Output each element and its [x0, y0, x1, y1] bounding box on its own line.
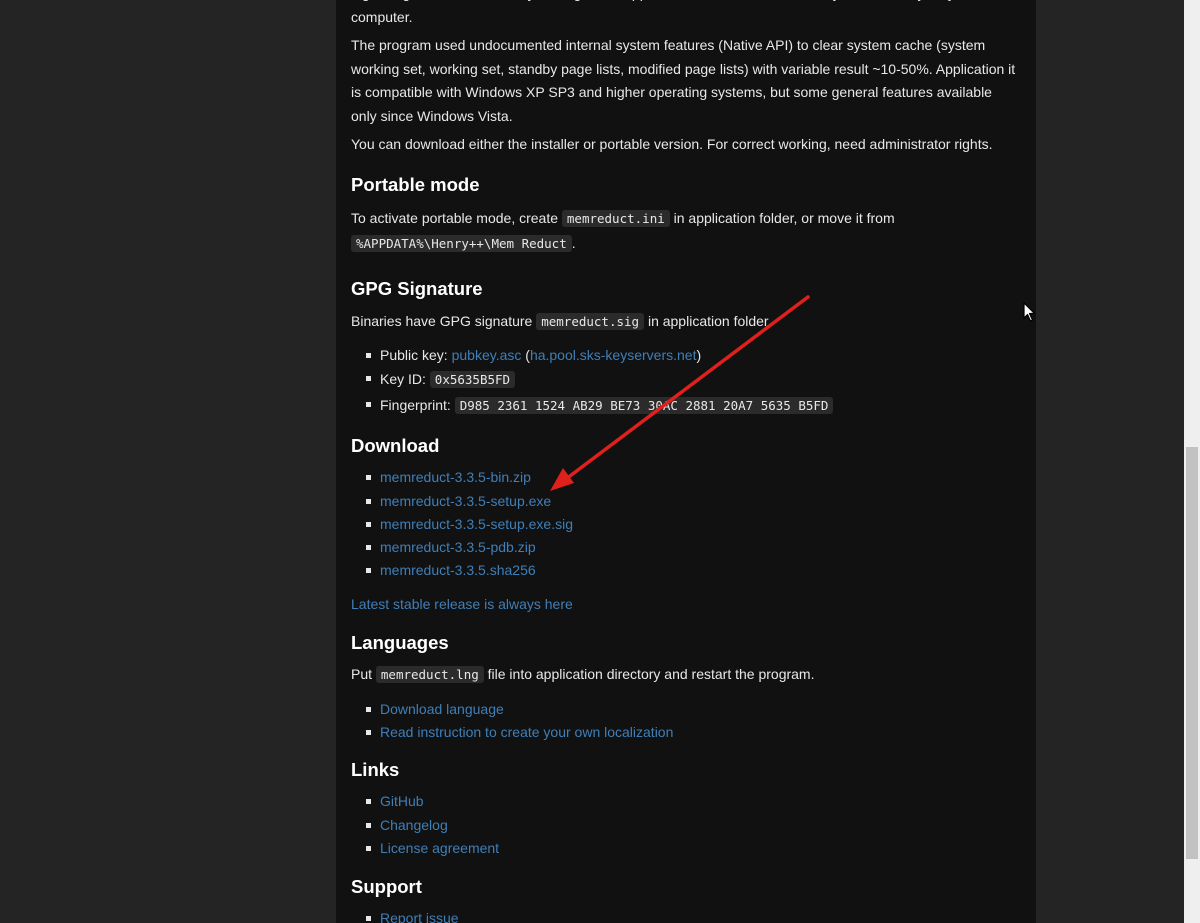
languages-list: Download language Read instruction to cr…: [351, 698, 1021, 745]
portable-text-middle: in application folder, or move it from: [673, 209, 895, 226]
intro-paragraph-2: The program used undocumented internal s…: [351, 37, 1016, 124]
keyserver-link[interactable]: ha.pool.sks-keyservers.net: [530, 347, 697, 363]
gpg-signature-text: Binaries have GPG signature memreduct.si…: [351, 310, 1021, 334]
download-setup-exe-link[interactable]: memreduct-3.3.5-setup.exe: [380, 493, 551, 509]
portable-ini-code: memreduct.ini: [561, 209, 670, 227]
left-background-panel: [0, 0, 336, 923]
download-bin-zip-link[interactable]: memreduct-3.3.5-bin.zip: [380, 469, 531, 485]
links-item: GitHub: [366, 790, 1021, 813]
list-item-key-id: Key ID: 0x5635B5FD: [366, 367, 1021, 393]
fingerprint-code: D985 2361 1524 AB29 BE73 30AC 2881 20A7 …: [454, 396, 834, 414]
github-link[interactable]: GitHub: [380, 793, 424, 809]
download-item: memreduct-3.3.5-setup.exe: [366, 490, 1021, 513]
mouse-cursor-icon: [1023, 302, 1036, 322]
gpg-text-after: in application folder.: [647, 312, 772, 329]
download-item: memreduct-3.3.5-bin.zip: [366, 466, 1021, 489]
intro-paragraph-1: Lightweight real-time memory management …: [351, 0, 975, 25]
download-pdb-zip-link[interactable]: memreduct-3.3.5-pdb.zip: [380, 539, 536, 555]
changelog-link[interactable]: Changelog: [380, 817, 448, 833]
scrollbar-thumb[interactable]: [1186, 447, 1198, 859]
support-list: Report issue: [351, 907, 1021, 923]
key-id-code: 0x5635B5FD: [429, 371, 516, 389]
portable-mode-text: To activate portable mode, create memred…: [351, 206, 1021, 257]
fingerprint-label: Fingerprint:: [380, 396, 451, 413]
download-setup-sig-link[interactable]: memreduct-3.3.5-setup.exe.sig: [380, 516, 573, 532]
portable-text-after: .: [571, 235, 576, 251]
localization-instruction-link[interactable]: Read instruction to create your own loca…: [380, 724, 673, 740]
lng-file-code: memreduct.lng: [375, 666, 484, 684]
links-item: License agreement: [366, 837, 1021, 860]
download-item: memreduct-3.3.5-pdb.zip: [366, 536, 1021, 559]
license-agreement-link[interactable]: License agreement: [380, 840, 499, 856]
links-heading: Links: [351, 759, 400, 781]
portable-mode-heading: Portable mode: [351, 173, 480, 195]
support-heading: Support: [351, 876, 422, 898]
public-key-label: Public key:: [380, 347, 448, 363]
download-item: memreduct-3.3.5.sha256: [366, 559, 1021, 582]
download-language-link[interactable]: Download language: [380, 701, 504, 717]
support-item: Report issue: [366, 907, 1021, 923]
key-id-label: Key ID:: [380, 371, 426, 388]
list-item-public-key: Public key: pubkey.asc (ha.pool.sks-keys…: [366, 344, 1021, 367]
gpg-details-list: Public key: pubkey.asc (ha.pool.sks-keys…: [351, 344, 1021, 418]
links-item: Changelog: [366, 814, 1021, 837]
languages-text-after: file into application directory and rest…: [487, 666, 815, 683]
download-list: memreduct-3.3.5-bin.zip memreduct-3.3.5-…: [351, 466, 1021, 582]
portable-text-before: To activate portable mode, create: [351, 209, 559, 226]
languages-item: Read instruction to create your own loca…: [366, 721, 1021, 744]
intro-paragraph-3: You can download either the installer or…: [351, 136, 993, 152]
gpg-signature-heading: GPG Signature: [351, 277, 483, 299]
download-item: memreduct-3.3.5-setup.exe.sig: [366, 513, 1021, 536]
list-item-fingerprint: Fingerprint: D985 2361 1524 AB29 BE73 30…: [366, 393, 1021, 419]
languages-text: Put memreduct.lng file into application …: [351, 663, 1021, 687]
latest-release-link[interactable]: Latest stable release is always here: [351, 596, 573, 612]
languages-item: Download language: [366, 698, 1021, 721]
page-content: Lightweight real-time memory management …: [336, 0, 1036, 923]
latest-release-paragraph: Latest stable release is always here: [351, 593, 1021, 617]
links-list: GitHub Changelog License agreement: [351, 790, 1021, 860]
gpg-sig-code: memreduct.sig: [536, 312, 645, 330]
report-issue-link[interactable]: Report issue: [380, 910, 459, 923]
gpg-text-before: Binaries have GPG signature: [351, 312, 533, 329]
right-background-panel: [1036, 0, 1184, 923]
download-sha256-link[interactable]: memreduct-3.3.5.sha256: [380, 562, 536, 578]
pubkey-link[interactable]: pubkey.asc: [452, 347, 522, 363]
languages-heading: Languages: [351, 632, 449, 654]
appdata-path-code: %APPDATA%\Henry++\Mem Reduct: [351, 235, 572, 252]
content-column: Lightweight real-time memory management …: [351, 0, 1021, 923]
languages-text-before: Put: [351, 666, 373, 683]
download-heading: Download: [351, 435, 440, 457]
